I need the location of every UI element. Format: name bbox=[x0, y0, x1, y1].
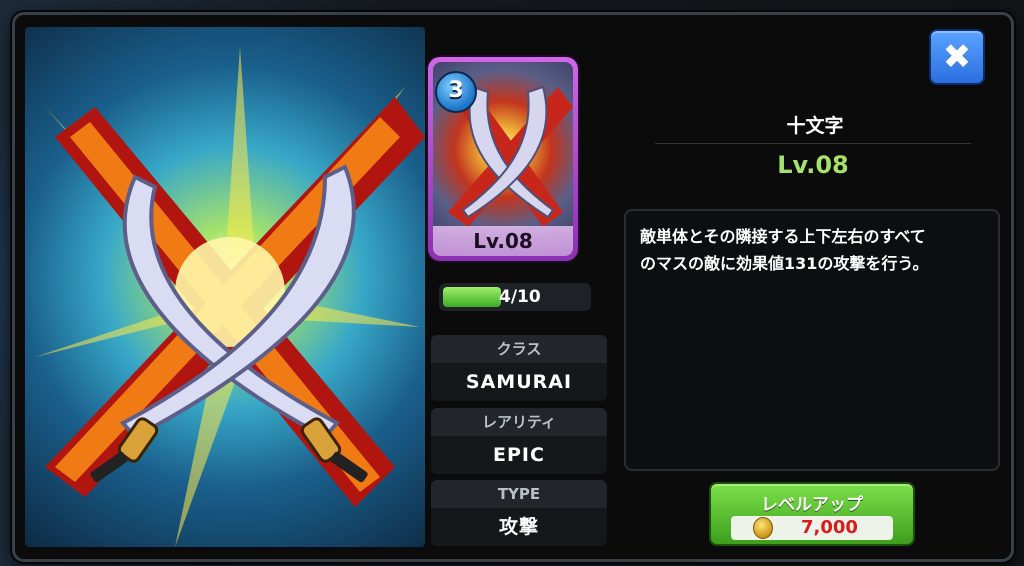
gold-coin-icon bbox=[753, 517, 773, 539]
card-level-label: Lv.08 bbox=[433, 226, 573, 256]
skill-detail-dialog: Lv.08 3 4/10 クラス SAMURAI レアリティ EPIC TYPE… bbox=[12, 12, 1014, 562]
class-label: クラス bbox=[431, 335, 607, 363]
card-progress-text: 4/10 bbox=[499, 287, 541, 307]
card-progress-bar: 4/10 bbox=[439, 283, 591, 311]
rarity-value: EPIC bbox=[431, 436, 607, 474]
title-divider bbox=[655, 143, 971, 144]
close-button[interactable]: ✖ bbox=[929, 29, 985, 85]
skill-art bbox=[25, 27, 425, 547]
type-value: 攻撃 bbox=[431, 508, 607, 546]
skill-level: Lv.08 bbox=[777, 151, 849, 179]
cost-value: 3 bbox=[448, 78, 464, 103]
level-up-cost-value: 7,000 bbox=[801, 517, 858, 538]
rarity-label: レアリティ bbox=[431, 408, 607, 436]
crossed-swords-illustration bbox=[35, 47, 425, 547]
cost-badge: 3 bbox=[435, 71, 477, 113]
skill-description: 敵単体とその隣接する上下左右のすべて のマスの敵に効果値131の攻撃を行う。 bbox=[624, 209, 1000, 471]
close-icon: ✖ bbox=[942, 37, 972, 77]
card-progress-fill bbox=[443, 287, 501, 307]
type-label: TYPE bbox=[431, 480, 607, 508]
skill-name: 十文字 bbox=[786, 115, 844, 137]
description-line-2: のマスの敵に効果値131の攻撃を行う。 bbox=[640, 254, 929, 273]
class-value: SAMURAI bbox=[431, 363, 607, 401]
class-info: クラス SAMURAI bbox=[431, 335, 607, 401]
level-up-button[interactable]: レベルアップ 7,000 bbox=[709, 482, 915, 546]
level-up-cost: 7,000 bbox=[731, 516, 893, 540]
description-line-1: 敵単体とその隣接する上下左右のすべて bbox=[640, 227, 926, 246]
type-info: TYPE 攻撃 bbox=[431, 480, 607, 546]
rarity-info: レアリティ EPIC bbox=[431, 408, 607, 474]
level-up-label: レベルアップ bbox=[761, 495, 863, 515]
